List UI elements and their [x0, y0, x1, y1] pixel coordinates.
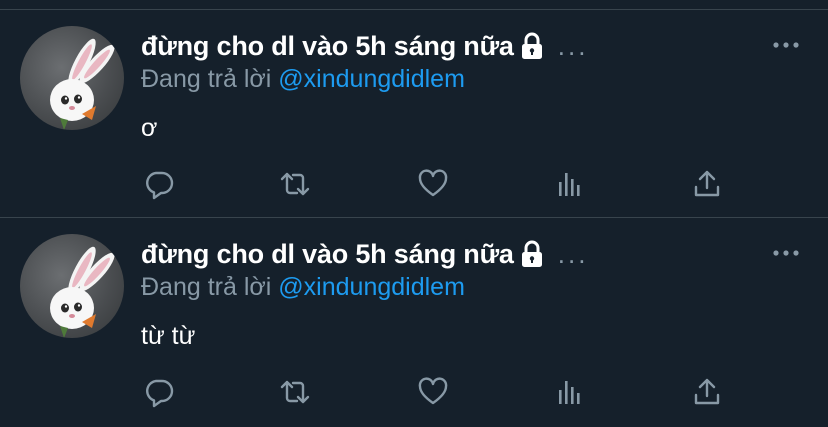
rabbit-avatar-icon: [50, 38, 115, 130]
reply-prefix: Đang trả lời: [141, 65, 272, 93]
reply-prefix: Đang trả lời: [141, 273, 272, 301]
more-icon[interactable]: [772, 248, 800, 258]
analytics-button[interactable]: [551, 374, 587, 410]
analytics-button[interactable]: [551, 166, 587, 202]
reply-button[interactable]: [141, 166, 177, 202]
like-button[interactable]: [415, 166, 451, 202]
avatar[interactable]: [20, 234, 124, 338]
tweet[interactable]: đừng cho dl vào 5h sáng nữa ... Đang trả…: [0, 10, 828, 217]
replying-to: Đang trả lời @xindungdidlem: [141, 273, 465, 302]
share-icon: [694, 378, 720, 405]
like-button[interactable]: [415, 374, 451, 410]
reply-handle-link[interactable]: @xindungdidlem: [278, 65, 465, 93]
display-name[interactable]: đừng cho dl vào 5h sáng nữa: [141, 31, 514, 62]
share-button[interactable]: [689, 374, 725, 410]
lock-icon: [521, 240, 542, 267]
analytics-icon: [559, 173, 580, 196]
retweet-button[interactable]: [277, 166, 313, 202]
tweet-text: ơ: [141, 114, 158, 142]
share-button[interactable]: [689, 166, 725, 202]
tweet-actions: [141, 166, 741, 202]
replying-to: Đang trả lời @xindungdidlem: [141, 65, 465, 94]
share-icon: [694, 170, 720, 197]
lock-icon: [521, 32, 542, 59]
name-truncation: ...: [557, 238, 589, 269]
reply-button[interactable]: [141, 374, 177, 410]
more-icon[interactable]: [772, 40, 800, 50]
reply-handle-link[interactable]: @xindungdidlem: [278, 273, 465, 301]
timeline-feed: đừng cho dl vào 5h sáng nữa ... Đang trả…: [0, 0, 828, 427]
retweet-icon: [280, 380, 310, 404]
like-icon: [418, 377, 448, 405]
analytics-icon: [559, 381, 580, 404]
reply-icon: [146, 171, 174, 200]
tweet[interactable]: đừng cho dl vào 5h sáng nữa ... Đang trả…: [0, 218, 828, 425]
name-truncation: ...: [557, 30, 589, 61]
tweet-header: đừng cho dl vào 5h sáng nữa ...: [141, 28, 588, 64]
tweet-text: từ từ: [141, 322, 196, 350]
display-name[interactable]: đừng cho dl vào 5h sáng nữa: [141, 239, 514, 270]
like-icon: [418, 169, 448, 197]
retweet-button[interactable]: [277, 374, 313, 410]
tweet-actions: [141, 374, 741, 410]
rabbit-avatar-icon: [50, 246, 115, 338]
tweet-header: đừng cho dl vào 5h sáng nữa ...: [141, 236, 588, 272]
avatar[interactable]: [20, 26, 124, 130]
retweet-icon: [280, 172, 310, 196]
reply-icon: [146, 379, 174, 408]
